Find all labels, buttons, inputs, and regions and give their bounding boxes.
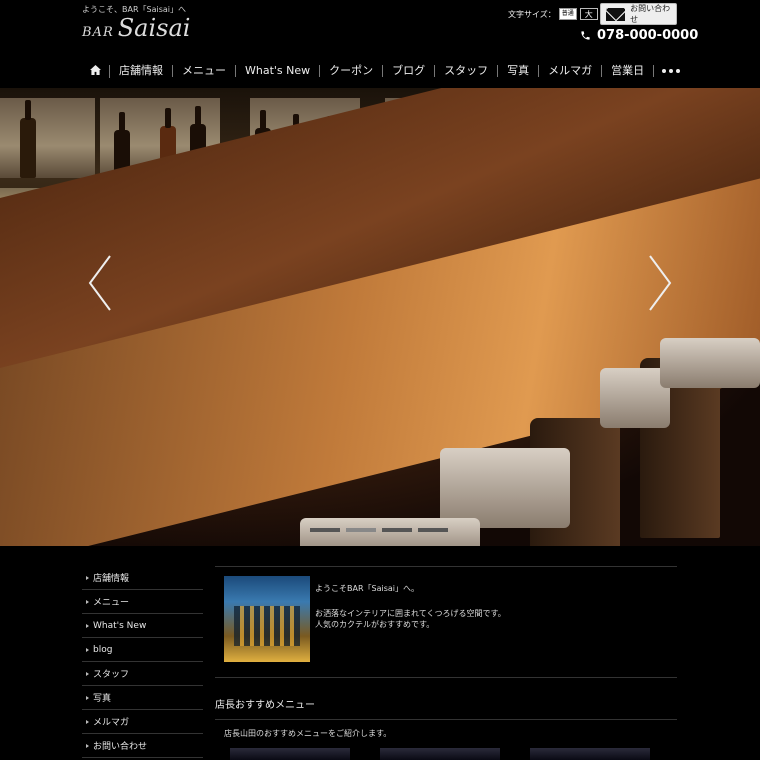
font-large-button[interactable]: 大: [579, 8, 598, 20]
stool-seat: [300, 518, 480, 546]
mail-icon: [606, 7, 626, 21]
bottle: [20, 100, 36, 178]
nav-mail-magazine[interactable]: メルマガ: [539, 65, 603, 77]
sidebar-item-photo[interactable]: 写真: [82, 686, 203, 710]
menu-thumbnail[interactable]: [230, 748, 350, 760]
cocktail-photo: [224, 576, 310, 662]
phone-number[interactable]: 078-000-0000: [580, 28, 698, 43]
slider-dot[interactable]: [418, 528, 448, 532]
recommend-thumbnails: [230, 748, 670, 760]
sidebar-item-contact[interactable]: お問い合わせ: [82, 734, 203, 758]
sidebar-item-shop-info[interactable]: 店舗情報: [82, 566, 203, 590]
intro-line: お洒落なインテリアに囲まれてくつろげる空間です。: [315, 609, 506, 618]
nav-blog[interactable]: ブログ: [383, 65, 436, 77]
nav-coupon[interactable]: クーポン: [320, 65, 384, 77]
home-icon: [90, 64, 101, 75]
phone-icon: [580, 30, 591, 41]
sidebar-item-staff[interactable]: スタッフ: [82, 662, 203, 686]
sidebar-nav: 店舗情報 メニュー What's New blog スタッフ 写真 メルマガ お…: [82, 566, 203, 758]
nav-menu[interactable]: メニュー: [173, 65, 236, 77]
intro-text: ようこそBAR「Saisai」へ。 お洒落なインテリアに囲まれてくつろげる空間で…: [315, 583, 506, 630]
nav-whats-new[interactable]: What's New: [236, 65, 321, 77]
main-nav: 店舗情報 メニュー What's New クーポン ブログ スタッフ 写真 メル…: [86, 60, 681, 82]
site-header: ようこそ、BAR「Saisai」へ BAR Saisai 文字サイズ： 普通 大 …: [0, 0, 760, 90]
sidebar-item-whats-new[interactable]: What's New: [82, 614, 203, 638]
logo-bar: BAR: [82, 25, 114, 40]
contact-button[interactable]: お問い合わせ: [600, 3, 677, 25]
nav-home[interactable]: [86, 64, 110, 78]
slider-dot[interactable]: [346, 528, 376, 532]
hero-slider: [0, 88, 760, 546]
nav-business-days[interactable]: 営業日: [602, 65, 655, 77]
font-size-label: 文字サイズ：: [508, 9, 556, 19]
nav-photo[interactable]: 写真: [498, 65, 540, 77]
recommend-section-title: 店長おすすめメニュー: [215, 696, 677, 720]
slider-pagination: [310, 528, 448, 532]
nav-staff[interactable]: スタッフ: [435, 65, 499, 77]
recommend-section-subtitle: 店長山田のおすすめメニューをご紹介します。: [224, 729, 392, 738]
sidebar-item-mail-magazine[interactable]: メルマガ: [82, 710, 203, 734]
next-arrow-icon[interactable]: [638, 248, 678, 318]
nav-shop-info[interactable]: 店舗情報: [110, 65, 173, 77]
font-size-switcher: 文字サイズ： 普通 大: [508, 8, 598, 20]
prev-arrow-icon[interactable]: [82, 248, 122, 318]
main-content: ようこそBAR「Saisai」へ。 お洒落なインテリアに囲まれてくつろげる空間で…: [215, 566, 677, 739]
sidebar-item-menu[interactable]: メニュー: [82, 590, 203, 614]
intro-line: 人気のカクテルがおすすめです。: [315, 620, 435, 629]
intro-title: ようこそBAR「Saisai」へ。: [315, 584, 420, 593]
site-logo[interactable]: BAR Saisai: [82, 14, 190, 42]
contact-label: お問い合わせ: [630, 4, 671, 24]
logo-name: Saisai: [117, 14, 191, 42]
intro-section: ようこそBAR「Saisai」へ。 お洒落なインテリアに囲まれてくつろげる空間で…: [215, 566, 677, 678]
shelf-panel: [0, 98, 95, 178]
more-icon[interactable]: [654, 69, 681, 73]
slider-dot[interactable]: [382, 528, 412, 532]
phone-text: 078-000-0000: [597, 28, 699, 43]
menu-thumbnail[interactable]: [380, 748, 500, 760]
slider-dot[interactable]: [310, 528, 340, 532]
font-normal-button[interactable]: 普通: [558, 8, 577, 20]
menu-thumbnail[interactable]: [530, 748, 650, 760]
stool-seat: [660, 338, 760, 388]
sidebar-item-blog[interactable]: blog: [82, 638, 203, 662]
stool-seat: [440, 448, 570, 528]
